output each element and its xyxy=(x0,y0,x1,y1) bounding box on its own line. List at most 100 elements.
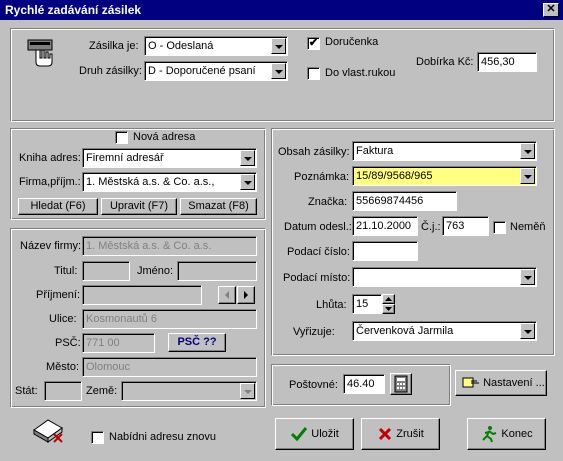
chevron-down-icon[interactable] xyxy=(520,323,535,339)
next-arrow-button[interactable] xyxy=(237,286,255,304)
ulice-label: Ulice: xyxy=(49,313,77,325)
chevron-down-icon[interactable] xyxy=(271,38,286,54)
psc-lookup-button[interactable]: PSČ ?? xyxy=(168,333,226,352)
poznamka-label: Poznámka: xyxy=(294,171,350,183)
ulice-input[interactable]: Kosmonautů 6 xyxy=(82,309,257,329)
konec-label: Konec xyxy=(501,428,533,440)
chevron-down-icon[interactable] xyxy=(271,63,286,79)
spin-up-icon[interactable] xyxy=(382,294,395,304)
nabidni-label: Nabídni adresu znovu xyxy=(109,431,217,443)
podaci-misto-label: Podací místo: xyxy=(283,272,351,284)
triangle-right-icon xyxy=(244,291,248,299)
zrusit-label: Zrušit xyxy=(396,428,424,440)
druh-value: D - Doporučené psaní xyxy=(148,65,256,77)
psc-label: PSČ: xyxy=(55,337,81,349)
prijmeni-input[interactable] xyxy=(82,285,202,305)
dorucenka-checkbox[interactable]: ✔ xyxy=(307,37,320,50)
obsah-label: Obsah zásilky: xyxy=(278,146,350,158)
podaci-cislo-label: Podací číslo: xyxy=(287,246,350,258)
nazev-input[interactable]: 1. Městská a.s. & Co. a.s. xyxy=(82,236,257,256)
do-vlast-rukou-checkbox[interactable] xyxy=(307,67,320,80)
spin-down-icon[interactable] xyxy=(382,304,395,314)
upravit-button[interactable]: Upravit (F7) xyxy=(101,198,177,215)
poznamka-select[interactable]: 15/89/9568/965 xyxy=(352,166,537,186)
ulozit-label: Uložit xyxy=(311,428,339,440)
nastaveni-button[interactable]: Nastavení ... xyxy=(455,370,547,396)
konec-button[interactable]: Konec xyxy=(467,418,546,450)
dobirka-input[interactable]: 456,30 xyxy=(477,52,537,72)
zasilka-value: O - Odeslaná xyxy=(148,40,214,52)
zeme-label: Země: xyxy=(86,385,118,397)
zasilka-select[interactable]: O - Odeslaná xyxy=(144,36,288,56)
mesto-input[interactable]: Olomouc xyxy=(82,357,257,377)
checkmark-icon xyxy=(291,427,308,442)
nova-adresa-label: Nová adresa xyxy=(133,131,196,143)
obsah-value: Faktura xyxy=(356,145,394,157)
dorucenka-label: Doručenka xyxy=(325,36,379,48)
nazev-label: Název firmy: xyxy=(20,240,82,252)
postovne-label: Poštovné: xyxy=(289,379,338,391)
mesto-label: Město: xyxy=(46,361,80,373)
postovne-input[interactable]: 46.40 xyxy=(343,374,385,394)
obsah-select[interactable]: Faktura xyxy=(352,141,537,161)
prijmeni-label: Příjmení: xyxy=(36,289,81,301)
nastaveni-label: Nastavení ... xyxy=(483,377,545,389)
cj-label: Č.j.: xyxy=(421,221,441,233)
datum-input[interactable]: 21.10.2000 xyxy=(352,216,418,236)
nabidni-checkbox[interactable] xyxy=(91,431,104,444)
prev-arrow-button[interactable] xyxy=(218,286,236,304)
stat-input[interactable] xyxy=(44,381,82,401)
calculator-icon xyxy=(394,375,408,393)
druh-label: Druh zásilky: xyxy=(79,65,142,77)
title-bar: Rychlé zadávání zásilek ✕ xyxy=(0,0,563,20)
firma-select[interactable]: 1. Městská a.s. & Co. a.s., xyxy=(82,172,257,192)
psc-input[interactable]: 771 00 xyxy=(82,333,155,353)
datum-label: Datum odesl.: xyxy=(284,221,352,233)
smazat-button[interactable]: Smazat (F8) xyxy=(180,198,257,215)
titul-input[interactable] xyxy=(82,261,130,281)
kniha-label: Kniha adres: xyxy=(19,152,81,164)
lhuta-spinner[interactable] xyxy=(382,294,395,314)
chevron-down-icon[interactable] xyxy=(240,174,255,190)
jmeno-input[interactable] xyxy=(177,261,257,281)
firma-label: Firma,příjm.: xyxy=(19,176,81,188)
kniha-value: Firemní adresář xyxy=(86,152,164,164)
jmeno-label: Jméno: xyxy=(137,265,174,277)
vyrizuje-label: Vyřizuje: xyxy=(293,326,335,338)
vyrizuje-value: Červenková Jarmila xyxy=(356,325,454,337)
nemen-label: Neměň xyxy=(510,221,546,233)
calculator-button[interactable] xyxy=(390,373,412,395)
titul-label: Titul: xyxy=(54,265,78,277)
druh-select[interactable]: D - Doporučené psaní xyxy=(144,61,288,81)
settings-hand-icon xyxy=(462,377,479,388)
nova-adresa-checkbox[interactable] xyxy=(115,131,128,144)
hand-card-icon xyxy=(26,38,60,68)
hledat-button[interactable]: Hledat (F6) xyxy=(18,198,98,215)
zeme-select[interactable] xyxy=(121,381,257,401)
stat-label: Stát: xyxy=(15,385,38,397)
dobirka-label: Dobírka Kč: xyxy=(416,56,474,68)
running-man-icon xyxy=(482,426,497,443)
podaci-misto-select[interactable] xyxy=(352,267,537,287)
kniha-select[interactable]: Firemní adresář xyxy=(82,148,257,168)
lhuta-label: Lhůta: xyxy=(316,299,347,311)
znacka-label: Značka: xyxy=(308,196,348,208)
chevron-down-icon[interactable] xyxy=(520,168,535,184)
triangle-left-icon xyxy=(225,291,229,299)
close-button[interactable]: ✕ xyxy=(543,3,559,17)
chevron-down-icon[interactable] xyxy=(240,150,255,166)
chevron-down-icon[interactable] xyxy=(240,383,255,399)
lhuta-input[interactable]: 15 xyxy=(352,294,382,314)
firma-value: 1. Městská a.s. & Co. a.s., xyxy=(86,176,215,188)
chevron-down-icon[interactable] xyxy=(520,269,535,285)
x-icon xyxy=(379,428,392,441)
vyrizuje-select[interactable]: Červenková Jarmila xyxy=(352,321,537,341)
nemen-checkbox[interactable] xyxy=(493,221,506,234)
chevron-down-icon[interactable] xyxy=(520,143,535,159)
ulozit-button[interactable]: Uložit xyxy=(275,418,354,450)
address-book-eraser-icon xyxy=(30,412,66,444)
zrusit-button[interactable]: Zrušit xyxy=(361,418,440,450)
cj-input[interactable]: 763 xyxy=(442,216,489,236)
podaci-cislo-input[interactable] xyxy=(352,241,418,261)
znacka-input[interactable]: 55669874456 xyxy=(352,191,457,211)
